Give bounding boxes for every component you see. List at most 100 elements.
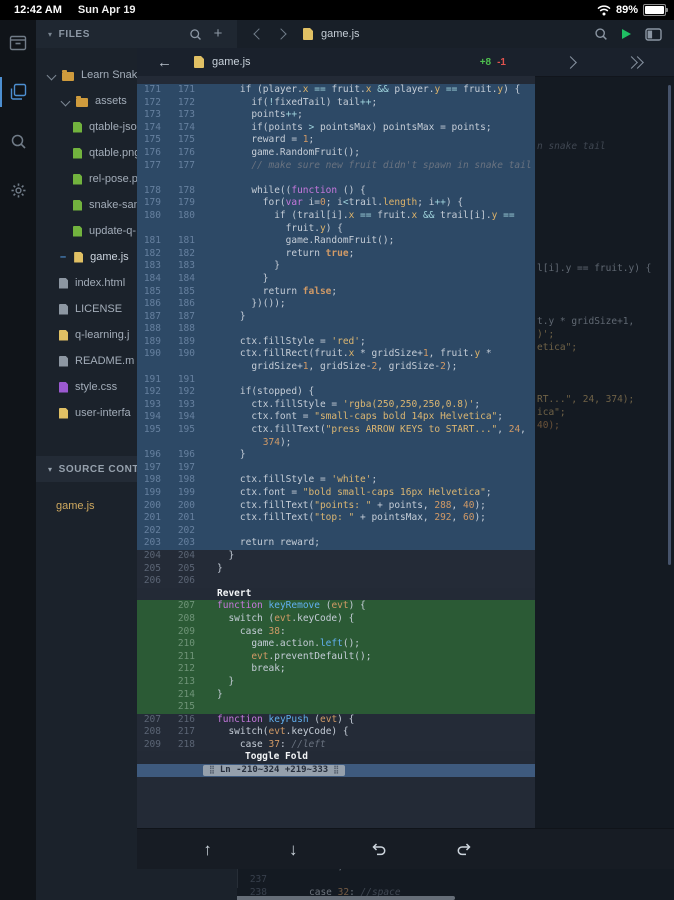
code-text: switch (evt.keyCode) {	[205, 613, 535, 626]
code-text: }	[205, 563, 535, 576]
forward-chevron-icon[interactable]	[275, 28, 286, 39]
code-text: if(stopped) {	[205, 386, 535, 399]
grip-icon: ⣿	[333, 764, 339, 777]
code-text: points++;	[205, 109, 535, 122]
diff-code-line: 183 183 }	[137, 260, 535, 273]
archive-icon[interactable]	[0, 32, 36, 54]
new-file-button[interactable]: +	[214, 29, 223, 39]
search-icon[interactable]	[594, 27, 608, 41]
file-icon	[59, 330, 68, 341]
new-line-number: 187	[171, 311, 205, 324]
search-icon[interactable]	[189, 28, 202, 41]
diff-row: 204 204 }	[137, 550, 535, 563]
search-icon[interactable]	[0, 130, 36, 152]
code-text	[205, 575, 535, 588]
code-text: 374);	[205, 437, 535, 450]
settings-gear-icon[interactable]	[0, 179, 36, 201]
code-text: game.RandomFruit();	[205, 235, 535, 248]
back-arrow-icon[interactable]: ←	[157, 55, 172, 70]
code-action-label[interactable]: Revert	[217, 588, 251, 599]
file-icon	[59, 356, 68, 367]
diff-row: fruit.y) {	[137, 223, 535, 236]
line-number: 237	[237, 874, 267, 887]
new-line-number	[171, 437, 205, 450]
code-text: ctx.fillStyle = 'white';	[205, 474, 535, 487]
old-line-number: 204	[137, 550, 171, 563]
file-icon	[73, 200, 82, 211]
files-icon[interactable]	[0, 81, 36, 103]
fold-range-label: Ln -210~324 +219~333	[220, 764, 328, 777]
redo-icon[interactable]	[449, 834, 479, 864]
new-line-number: 196	[171, 449, 205, 462]
diff-row: 202 202	[137, 525, 535, 538]
new-line-number: 215	[171, 701, 205, 714]
old-line-number: 201	[137, 512, 171, 525]
back-chevron-icon[interactable]	[253, 28, 264, 39]
modified-indicator-icon: –	[60, 251, 66, 263]
arrow-down-icon[interactable]: ↓	[278, 834, 308, 864]
code-text: return true;	[205, 248, 535, 261]
diff-code-line: 208 217 switch(evt.keyCode) {	[137, 726, 535, 739]
diff-code-line: 207 function keyRemove (evt) {	[137, 600, 535, 613]
diff-code-line: 185 185 return false;	[137, 286, 535, 299]
diff-row: 192 192 if(stopped) {	[137, 386, 535, 399]
diff-row: Revert	[137, 588, 535, 601]
old-line-number: 181	[137, 235, 171, 248]
old-line-number	[137, 663, 171, 676]
old-line-number: 182	[137, 248, 171, 261]
code-text: fruit.y) {	[205, 223, 535, 236]
old-line-number	[137, 600, 171, 613]
battery-icon	[643, 4, 666, 16]
file-icon	[59, 278, 68, 289]
next-chevron-icon[interactable]	[564, 56, 577, 69]
split-view-icon[interactable]	[645, 28, 662, 41]
code-text: ctx.fillText("points: " + points, 288, 4…	[205, 500, 535, 513]
code-action[interactable]: Revert	[137, 588, 535, 601]
diff-code-line: 188 188	[137, 323, 535, 336]
undo-icon[interactable]	[364, 834, 394, 864]
files-panel-header[interactable]: ▾ FILES +	[36, 20, 237, 48]
code-action-label[interactable]: Toggle Fold	[245, 751, 308, 762]
diff-row: 193 193 ctx.fillStyle = 'rgba(250,250,25…	[137, 399, 535, 412]
diff-code-line: 178 178 while((function () {	[137, 185, 535, 198]
old-line-number: 198	[137, 474, 171, 487]
double-chevron-icon[interactable]	[627, 58, 642, 67]
old-line-number: 191	[137, 374, 171, 387]
file-icon	[59, 304, 68, 315]
diff-row: 211 evt.preventDefault();	[137, 651, 535, 664]
code-action[interactable]: Toggle Fold	[137, 751, 535, 764]
fold-bar[interactable]: ⣿ Ln -210~324 +219~333 ⣿	[137, 764, 535, 777]
tree-item-label: rel-pose.p	[89, 173, 138, 185]
diff-code-line: 194 194 ctx.font = "small-caps bold 14px…	[137, 411, 535, 424]
diff-row: 200 200 ctx.fillText("points: " + points…	[137, 500, 535, 513]
old-line-number: 183	[137, 260, 171, 273]
tree-item-label: update-q-	[89, 225, 136, 237]
editor-header: game.js	[237, 20, 674, 48]
chevron-down-icon: ▾	[48, 465, 53, 474]
diff-row: 181 181 game.RandomFruit();	[137, 235, 535, 248]
code-text: while((function () {	[205, 185, 535, 198]
new-line-number: 176	[171, 147, 205, 160]
diff-row: 215	[137, 701, 535, 714]
vertical-scrollbar[interactable]	[668, 85, 671, 565]
old-line-number: 199	[137, 487, 171, 500]
code-text: case 38:	[205, 626, 535, 639]
fold-range-badge[interactable]: ⣿ Ln -210~324 +219~333 ⣿	[203, 765, 345, 776]
arrow-up-icon[interactable]: ↑	[193, 834, 223, 864]
new-line-number: 194	[171, 411, 205, 424]
file-icon	[73, 122, 82, 133]
tree-item-label: user-interfa	[75, 407, 131, 419]
diff-row: 201 201 ctx.fillText("top: " + pointsMax…	[137, 512, 535, 525]
horizontal-scrollbar[interactable]	[233, 896, 455, 900]
run-icon[interactable]	[622, 29, 631, 39]
new-line-number: 179	[171, 197, 205, 210]
diff-panel-header: ← game.js +8 -1	[137, 48, 674, 77]
diff-code-line: 190 190 ctx.fillRect(fruit.x * gridSize+…	[137, 348, 535, 361]
diff-code-line: 203 203 return reward;	[137, 537, 535, 550]
code-text: }	[205, 311, 535, 324]
diff-row: Toggle Fold	[137, 751, 535, 764]
diff-code-line: 177 177 // make sure new fruit didn't sp…	[137, 160, 535, 173]
new-line-number: 203	[171, 537, 205, 550]
old-line-number: 192	[137, 386, 171, 399]
diff-row: 183 183 }	[137, 260, 535, 273]
